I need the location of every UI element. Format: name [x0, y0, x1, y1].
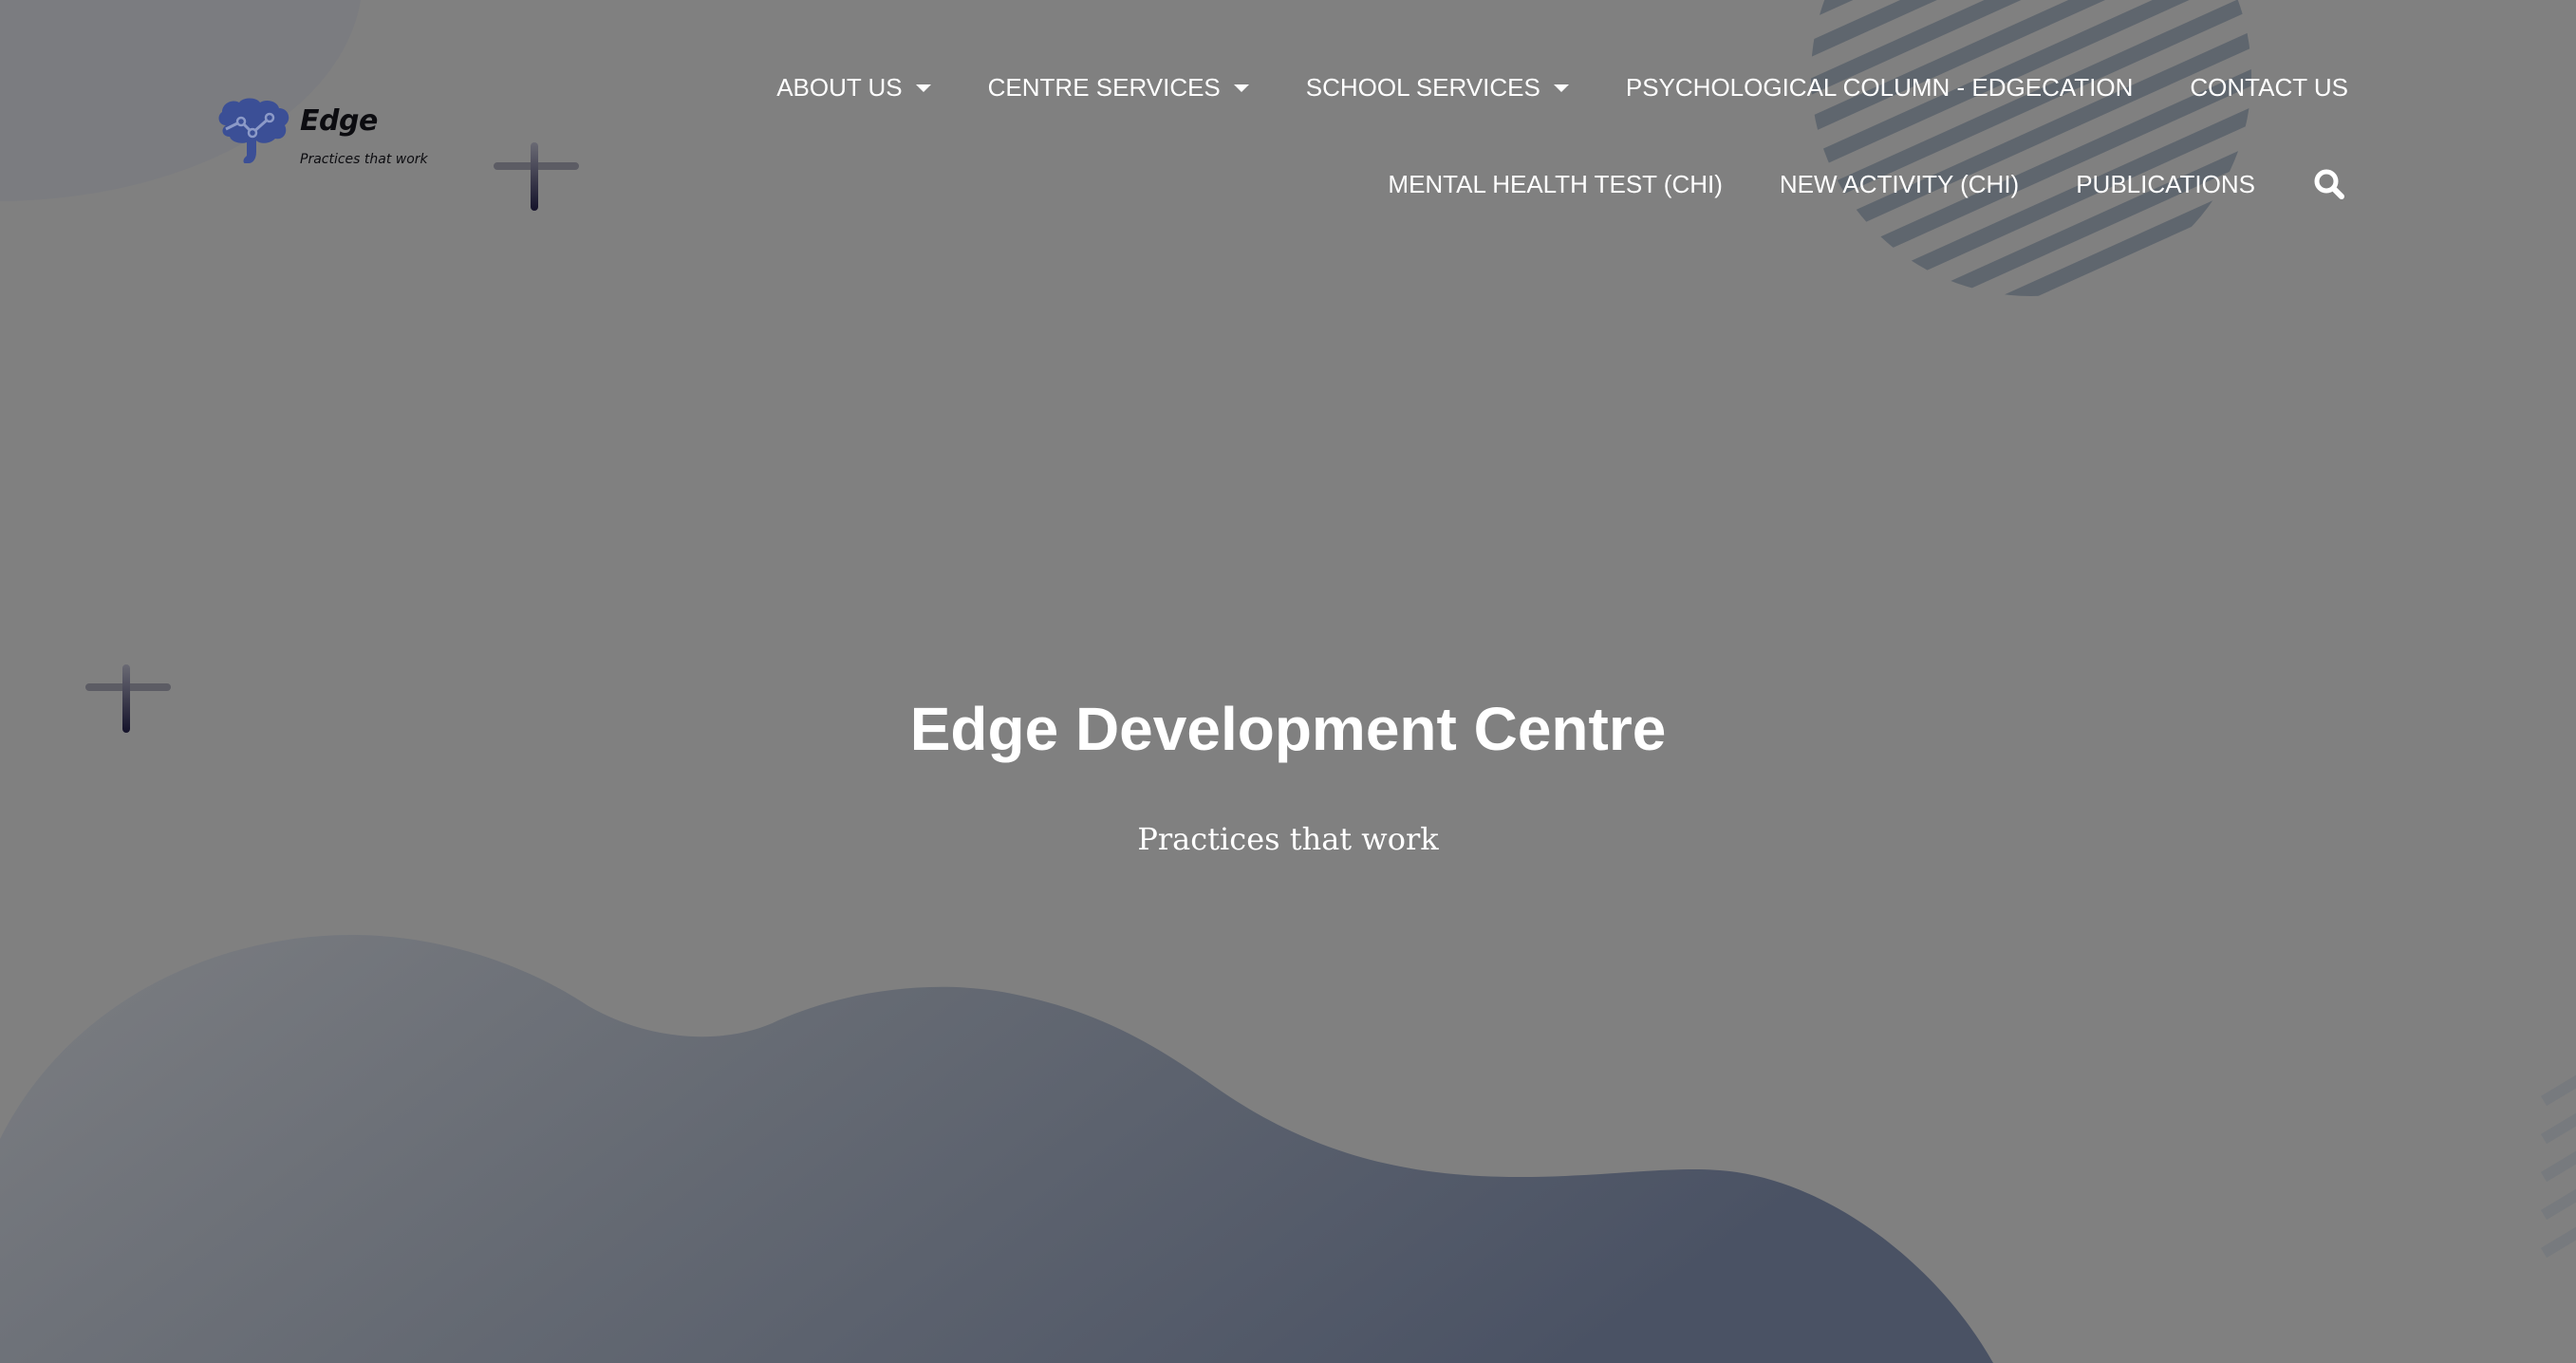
hero-title: Edge Development Centre: [909, 695, 1667, 763]
nav-label: PSYCHOLOGICAL COLUMN - EDGECATION: [1625, 72, 2134, 102]
search-icon: [2314, 169, 2344, 199]
nav-new-activity[interactable]: NEW ACTIVITY (CHI): [1780, 165, 2019, 203]
nav-psychological-column[interactable]: PSYCHOLOGICAL COLUMN - EDGECATION: [1626, 68, 2134, 106]
plus-decoration-top: [494, 142, 579, 211]
nav-publications[interactable]: PUBLICATIONS: [2076, 165, 2255, 203]
page: Edge Practices that work ABOUT US CENTRE…: [0, 0, 2576, 1363]
nav-mental-health-test[interactable]: MENTAL HEALTH TEST (CHI): [1388, 165, 1723, 203]
logo-name: Edge: [300, 104, 378, 138]
bottom-wave: [0, 935, 1993, 1363]
caret-down-icon: [1233, 84, 1249, 92]
nav-school-services[interactable]: SCHOOL SERVICES: [1306, 68, 1569, 106]
nav-about-us[interactable]: ABOUT US: [776, 68, 931, 106]
nav-label: CENTRE SERVICES: [987, 72, 1221, 102]
nav-label: SCHOOL SERVICES: [1305, 72, 1540, 102]
nav-label: PUBLICATIONS: [2076, 169, 2255, 198]
nav-label: ABOUT US: [776, 72, 903, 102]
nav-contact-us[interactable]: CONTACT US: [2190, 68, 2348, 106]
brain-logo-icon: [218, 98, 289, 163]
main-nav-row-1: ABOUT US CENTRE SERVICES SCHOOL SERVICES…: [776, 68, 2348, 106]
hero-subtitle: Practices that work: [1137, 821, 1439, 857]
search-button[interactable]: [2310, 165, 2348, 203]
caret-down-icon: [915, 84, 931, 92]
logo-tagline: Practices that work: [300, 152, 428, 167]
right-edge-stripes: [2540, 1074, 2576, 1259]
nav-label: NEW ACTIVITY (CHI): [1779, 169, 2020, 198]
nav-label: CONTACT US: [2190, 72, 2348, 102]
nav-label: MENTAL HEALTH TEST (CHI): [1388, 169, 1723, 198]
background-decoration: [0, 0, 2576, 1363]
caret-down-icon: [1553, 84, 1569, 92]
nav-centre-services[interactable]: CENTRE SERVICES: [988, 68, 1249, 106]
main-nav-row-2: MENTAL HEALTH TEST (CHI) NEW ACTIVITY (C…: [1388, 165, 2348, 203]
site-logo[interactable]: Edge Practices that work: [213, 95, 428, 171]
